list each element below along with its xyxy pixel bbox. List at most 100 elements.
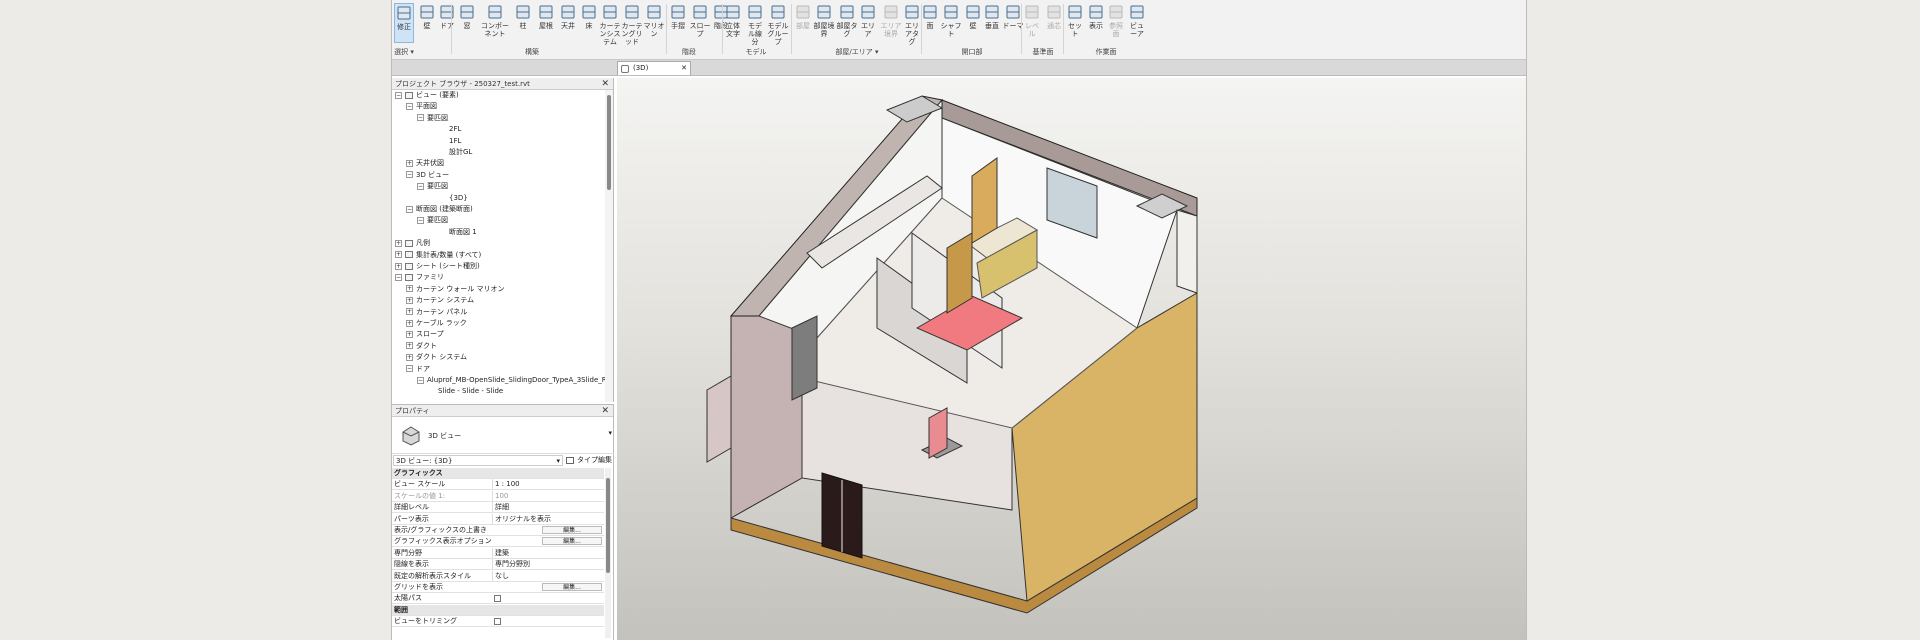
property-section[interactable]: 範囲 (392, 604, 604, 616)
property-checkbox[interactable] (494, 618, 501, 626)
instance-selector[interactable]: 3D ビュー: {3D} ▾ (393, 455, 563, 466)
view-tab-3d[interactable]: (3D) ✕ (617, 61, 691, 75)
property-value[interactable]: 100 (492, 490, 602, 501)
ribbon-button-roof[interactable]: 屋根 (536, 3, 556, 43)
tree-item[interactable]: 1FL (439, 136, 461, 147)
tree-item[interactable]: − Aluprof_MB-OpenSlide_SlidingDoor_TypeA_… (417, 375, 606, 386)
tree-item[interactable]: + カーテン システム (406, 295, 474, 306)
tree-item[interactable]: − ドア (406, 364, 430, 375)
expand-icon[interactable]: + (395, 239, 402, 247)
ribbon-button-mullion[interactable]: マリオン (643, 3, 665, 43)
ribbon-button-door[interactable]: ドア (438, 3, 456, 43)
ribbon-button-viewer[interactable]: ビューア (1127, 3, 1147, 43)
expand-icon[interactable]: + (406, 319, 413, 327)
ribbon-panel-label[interactable]: 選択 ▾ (392, 47, 416, 57)
ribbon-button-level[interactable]: レベル (1022, 3, 1042, 43)
3d-viewport[interactable] (617, 78, 1527, 640)
tree-item[interactable]: 設計GL (439, 147, 472, 158)
expand-icon[interactable]: + (406, 353, 413, 361)
expand-icon[interactable]: + (406, 342, 413, 350)
tree-item[interactable]: + カーテン ウォール マリオン (406, 284, 504, 295)
property-row[interactable]: 既定の解析表示スタイル なし (392, 570, 604, 582)
ribbon-button-room[interactable]: 部屋 (793, 3, 813, 43)
property-edit-button[interactable]: 編集... (542, 583, 602, 591)
collapse-icon[interactable]: − (406, 102, 413, 110)
ribbon-button-window[interactable]: 窓 (458, 3, 476, 43)
collapse-icon[interactable]: − (406, 365, 413, 373)
ribbon-button-railing[interactable]: 手摺 (668, 3, 688, 43)
properties-scrollbar[interactable] (605, 468, 611, 638)
property-row[interactable]: 表示/グラフィックスの上書き 編集... (392, 525, 604, 536)
ribbon-button-model-group[interactable]: モデルグループ (767, 3, 789, 46)
tree-item[interactable]: Slide - Slide - Slide (428, 386, 503, 397)
ribbon-button-model-text[interactable]: 立体文字 (723, 3, 743, 43)
tree-item[interactable]: − 要匹図 (417, 215, 448, 226)
property-row[interactable]: グリッドを表示 編集... (392, 582, 604, 593)
ribbon-button-cursor[interactable]: 修正 (394, 3, 414, 43)
tree-item[interactable]: + ダクト (406, 341, 437, 352)
building-3d-model[interactable] (617, 78, 1527, 640)
type-selector[interactable]: 3D ビュー ▾ (392, 418, 614, 454)
expand-icon[interactable]: + (395, 251, 402, 259)
property-value[interactable]: オリジナルを表示 (492, 513, 602, 524)
collapse-icon[interactable]: − (395, 273, 402, 281)
property-section[interactable]: グラフィックス (392, 468, 604, 479)
ribbon-button-wall-opening[interactable]: 壁 (964, 3, 982, 43)
property-row[interactable]: 隠線を表示 専門分野別 (392, 559, 604, 571)
tree-item[interactable]: − ビュー (要素) (395, 90, 459, 101)
collapse-icon[interactable]: − (417, 182, 424, 190)
ribbon-button-area-tag[interactable]: エリアタグ (902, 3, 922, 46)
property-row[interactable]: 太陽パス (392, 593, 604, 605)
ribbon-button-shaft[interactable]: シャフト (940, 3, 962, 43)
scrollbar-thumb[interactable] (606, 478, 610, 573)
property-value[interactable]: 専門分野別 (492, 559, 602, 570)
property-edit-button[interactable]: 編集... (542, 526, 602, 534)
property-row[interactable]: スケールの値 1: 100 (392, 490, 604, 502)
ribbon-button-grid[interactable]: 通芯 (1044, 3, 1064, 43)
edit-type-button[interactable]: タイプ編集 (565, 455, 613, 466)
tree-item[interactable]: + スロープ (406, 329, 444, 340)
collapse-icon[interactable]: − (395, 91, 402, 99)
collapse-icon[interactable]: − (417, 216, 424, 224)
ribbon-button-ref-plane[interactable]: 参照面 (1106, 3, 1126, 43)
tree-item[interactable]: + 凡例 (395, 238, 430, 249)
project-browser-scrollbar[interactable] (605, 90, 613, 402)
tree-item[interactable]: − 断面図 (建築断面) (406, 204, 473, 215)
collapse-icon[interactable]: − (417, 376, 424, 384)
expand-icon[interactable]: + (406, 296, 413, 304)
expand-icon[interactable]: + (395, 262, 402, 270)
tree-item[interactable]: {3D} (439, 193, 468, 204)
property-row[interactable]: 専門分野 建築 (392, 547, 604, 559)
tree-item[interactable]: + 集計表/数量 (すべて) (395, 250, 481, 261)
property-value[interactable]: 詳細 (492, 502, 602, 513)
close-project-browser-button[interactable]: ✕ (601, 78, 609, 90)
ribbon-button-face-opening[interactable]: 面 (922, 3, 938, 43)
property-row[interactable]: グラフィックス表示オプション 編集... (392, 536, 604, 548)
property-row[interactable]: ビューをトリミング (392, 616, 604, 628)
collapse-icon[interactable]: − (406, 171, 413, 179)
close-properties-button[interactable]: ✕ (601, 405, 609, 417)
property-row[interactable]: 詳細レベル 詳細 (392, 502, 604, 514)
tree-item[interactable]: + シート (シート種別) (395, 261, 480, 272)
property-value[interactable]: 建築 (492, 547, 602, 558)
property-edit-button[interactable]: 編集... (542, 537, 602, 546)
close-tab-button[interactable]: ✕ (681, 62, 687, 75)
ribbon-button-workplane-show[interactable]: 表示 (1086, 3, 1106, 43)
ribbon-button-workplane-set[interactable]: セット (1065, 3, 1085, 43)
tree-item[interactable]: −3D ビュー (406, 170, 449, 181)
expand-icon[interactable]: + (406, 330, 413, 338)
property-value[interactable]: 1 : 100 (492, 479, 602, 490)
property-row[interactable]: パーツ表示 オリジナルを表示 (392, 513, 604, 525)
property-row[interactable]: ビュー スケール 1 : 100 (392, 479, 604, 491)
tree-item[interactable]: + 天井伏図 (406, 158, 444, 169)
ribbon-button-vertical-opening[interactable]: 垂直 (982, 3, 1002, 43)
ribbon-button-column[interactable]: 柱 (514, 3, 532, 43)
ribbon-button-curtain-system[interactable]: カーテンシステム (599, 3, 621, 46)
ribbon-button-curtain-grid[interactable]: カーテングリッド (621, 3, 643, 46)
ribbon-panel-label[interactable]: 部屋/エリア ▾ (792, 47, 922, 57)
expand-icon[interactable]: + (406, 159, 413, 167)
tree-item[interactable]: − 要匹図 (417, 113, 448, 124)
ribbon-button-floor[interactable]: 床 (580, 3, 598, 43)
tree-item[interactable]: 2FL (439, 124, 461, 135)
scrollbar-thumb[interactable] (607, 95, 611, 190)
